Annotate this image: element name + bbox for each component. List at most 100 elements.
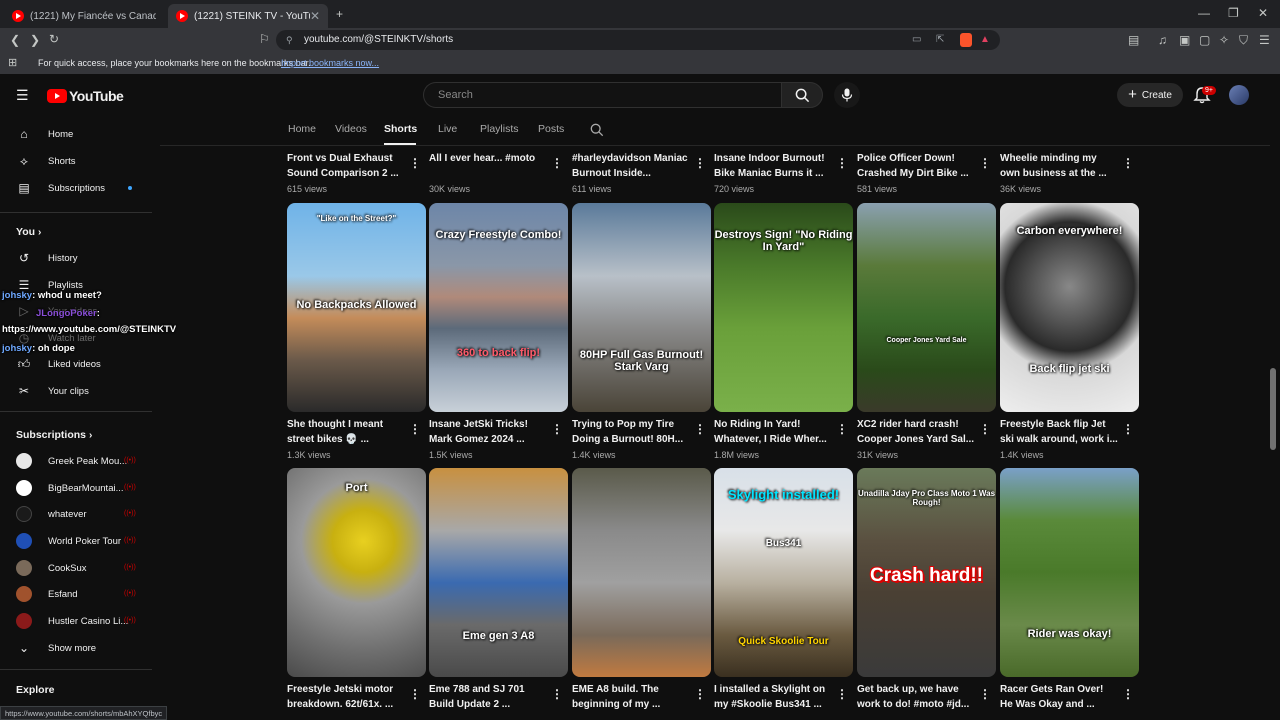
short-thumbnail[interactable]: Port: [287, 468, 426, 677]
channel-search-icon[interactable]: [590, 123, 604, 137]
short-thumbnail[interactable]: Destroys Sign! "No Riding In Yard": [714, 203, 853, 412]
short-thumbnail[interactable]: Cooper Jones Yard Sale: [857, 203, 996, 412]
more-actions-icon[interactable]: ⋮: [409, 422, 421, 436]
show-more-button[interactable]: ⌄ Show more: [16, 638, 96, 658]
more-actions-icon[interactable]: ⋮: [694, 156, 706, 170]
more-actions-icon[interactable]: ⋮: [979, 687, 991, 701]
menu-icon[interactable]: ☰: [1259, 34, 1270, 46]
close-window-icon[interactable]: ✕: [1258, 7, 1268, 19]
more-actions-icon[interactable]: ⋮: [1122, 422, 1134, 436]
more-actions-icon[interactable]: ⋮: [551, 156, 563, 170]
short-title[interactable]: Freestyle Back flip Jet ski walk around,…: [1000, 418, 1118, 447]
sidebar-item-your-clips[interactable]: ✂ Your clips: [16, 381, 89, 401]
search-input[interactable]: Search: [423, 82, 781, 108]
short-title[interactable]: No Riding In Yard! Whatever, I Ride Wher…: [714, 418, 832, 447]
site-info-icon[interactable]: ⚲: [286, 30, 293, 50]
short-title[interactable]: Front vs Dual Exhaust Sound Comparison 2…: [287, 152, 405, 181]
rewards-icon[interactable]: ▲: [980, 30, 990, 50]
back-icon[interactable]: ❮: [10, 34, 20, 46]
short-title[interactable]: EME A8 build. The beginning of my ...: [572, 683, 690, 712]
user-avatar[interactable]: [1229, 85, 1249, 105]
subscription-item[interactable]: CookSux: [16, 558, 87, 578]
tab-shorts[interactable]: Shorts: [384, 123, 417, 135]
media-icon[interactable]: ♫: [1158, 34, 1167, 46]
restore-icon[interactable]: ❐: [1228, 7, 1239, 19]
leo-icon[interactable]: ✧: [1219, 34, 1229, 46]
brave-shield-icon[interactable]: [960, 33, 972, 47]
short-title[interactable]: Insane JetSki Tricks! Mark Gomez 2024 ..…: [429, 418, 547, 447]
more-actions-icon[interactable]: ⋮: [1122, 687, 1134, 701]
vpn-icon[interactable]: ⛉: [1239, 34, 1248, 46]
minimize-icon[interactable]: —: [1198, 7, 1210, 19]
short-title[interactable]: XC2 rider hard crash! Cooper Jones Yard …: [857, 418, 975, 447]
short-title[interactable]: Insane Indoor Burnout! Bike Maniac Burns…: [714, 152, 832, 181]
short-title[interactable]: #harleydavidson Maniac Burnout Inside...: [572, 152, 690, 181]
bookmark-icon[interactable]: ⚐: [259, 33, 270, 45]
you-heading[interactable]: You ›: [16, 226, 41, 238]
sidebar-item-home[interactable]: ⌂ Home: [16, 124, 73, 144]
more-actions-icon[interactable]: ⋮: [836, 687, 848, 701]
tab-home[interactable]: Home: [288, 123, 316, 135]
sidebar-item-liked-videos[interactable]: 👍︎ Liked videos: [16, 354, 101, 374]
reload-icon[interactable]: ↻: [49, 33, 59, 45]
tab-live[interactable]: Live: [438, 123, 457, 135]
sidebar-toggle-icon[interactable]: ▤: [1128, 34, 1139, 46]
more-actions-icon[interactable]: ⋮: [979, 156, 991, 170]
more-actions-icon[interactable]: ⋮: [409, 687, 421, 701]
short-title[interactable]: Wheelie minding my own business at the .…: [1000, 152, 1118, 181]
more-actions-icon[interactable]: ⋮: [979, 422, 991, 436]
short-thumbnail[interactable]: Eme gen 3 A8: [429, 468, 568, 677]
short-title[interactable]: Police Officer Down! Crashed My Dirt Bik…: [857, 152, 975, 181]
voice-search-button[interactable]: [834, 82, 860, 108]
more-actions-icon[interactable]: ⋮: [836, 156, 848, 170]
short-thumbnail[interactable]: Carbon everywhere! Back flip jet ski: [1000, 203, 1139, 412]
tab-posts[interactable]: Posts: [538, 123, 564, 135]
wallet-icon[interactable]: ▢: [1199, 34, 1210, 46]
close-tab-icon[interactable]: ✕: [310, 9, 320, 23]
short-title[interactable]: Freestyle Jetski motor breakdown. 62t/61…: [287, 683, 405, 712]
subscription-item[interactable]: Hustler Casino Li...: [16, 611, 128, 631]
reader-icon[interactable]: ▣: [1179, 34, 1190, 46]
create-button[interactable]: + Create: [1117, 83, 1183, 107]
new-tab-button[interactable]: +: [336, 8, 343, 20]
short-title[interactable]: Eme 788 and SJ 701 Build Update 2 ...: [429, 683, 547, 712]
short-thumbnail[interactable]: [572, 468, 711, 677]
cast-icon[interactable]: ▭: [912, 30, 921, 50]
short-title[interactable]: Racer Gets Ran Over! He Was Okay and ...: [1000, 683, 1118, 712]
tab-playlists[interactable]: Playlists: [480, 123, 519, 135]
search-button[interactable]: [781, 82, 823, 108]
short-thumbnail[interactable]: Crazy Freestyle Combo! 360 to back flip!: [429, 203, 568, 412]
more-actions-icon[interactable]: ⋮: [409, 156, 421, 170]
browser-tab-1[interactable]: (1221) My Fiancée vs Canada's Scaries...: [4, 4, 164, 28]
more-actions-icon[interactable]: ⋮: [1122, 156, 1134, 170]
browser-tab-2[interactable]: (1221) STEINK TV - YouTube ✕: [168, 4, 328, 28]
sidebar-item-history[interactable]: ↺ History: [16, 248, 78, 268]
share-icon[interactable]: ⇱: [936, 30, 944, 50]
more-actions-icon[interactable]: ⋮: [836, 422, 848, 436]
more-actions-icon[interactable]: ⋮: [694, 687, 706, 701]
youtube-logo[interactable]: YouTube: [47, 88, 124, 104]
more-actions-icon[interactable]: ⋮: [551, 422, 563, 436]
sidebar-item-subscriptions[interactable]: ▤ Subscriptions: [16, 178, 105, 198]
short-thumbnail[interactable]: "Like on the Street?" No Backpacks Allowe…: [287, 203, 426, 412]
short-thumbnail[interactable]: Skylight installed! Bus341 Quick Skoolie T…: [714, 468, 853, 677]
short-thumbnail[interactable]: 80HP Full Gas Burnout! Stark Varg: [572, 203, 711, 412]
page-scrollbar[interactable]: [1270, 368, 1276, 450]
subscription-item[interactable]: BigBearMountai...: [16, 478, 124, 498]
short-title[interactable]: Trying to Pop my Tire Doing a Burnout! 8…: [572, 418, 690, 447]
subscriptions-heading[interactable]: Subscriptions ›: [16, 429, 92, 441]
short-title[interactable]: Get back up, we have work to do! #moto #…: [857, 683, 975, 712]
more-actions-icon[interactable]: ⋮: [694, 422, 706, 436]
tab-videos[interactable]: Videos: [335, 123, 367, 135]
short-title[interactable]: I installed a Skylight on my #Skoolie Bu…: [714, 683, 832, 712]
more-actions-icon[interactable]: ⋮: [551, 687, 563, 701]
url-input[interactable]: ⚲ youtube.com/@STEINKTV/shorts ▭ ⇱ ▲: [276, 30, 1000, 50]
sidebar-item-shorts[interactable]: ⟡ Shorts: [16, 151, 75, 171]
subscription-item[interactable]: Greek Peak Mou...: [16, 451, 127, 471]
forward-icon[interactable]: ❯: [30, 34, 40, 46]
short-thumbnail[interactable]: Unadilla Jday Pro Class Moto 1 Was Rough…: [857, 468, 996, 677]
hamburger-menu-icon[interactable]: ☰: [16, 88, 32, 102]
apps-grid-icon[interactable]: ⊞: [8, 52, 17, 74]
subscription-item[interactable]: World Poker Tour: [16, 531, 121, 551]
import-bookmarks-link[interactable]: Import bookmarks now...: [281, 52, 379, 74]
